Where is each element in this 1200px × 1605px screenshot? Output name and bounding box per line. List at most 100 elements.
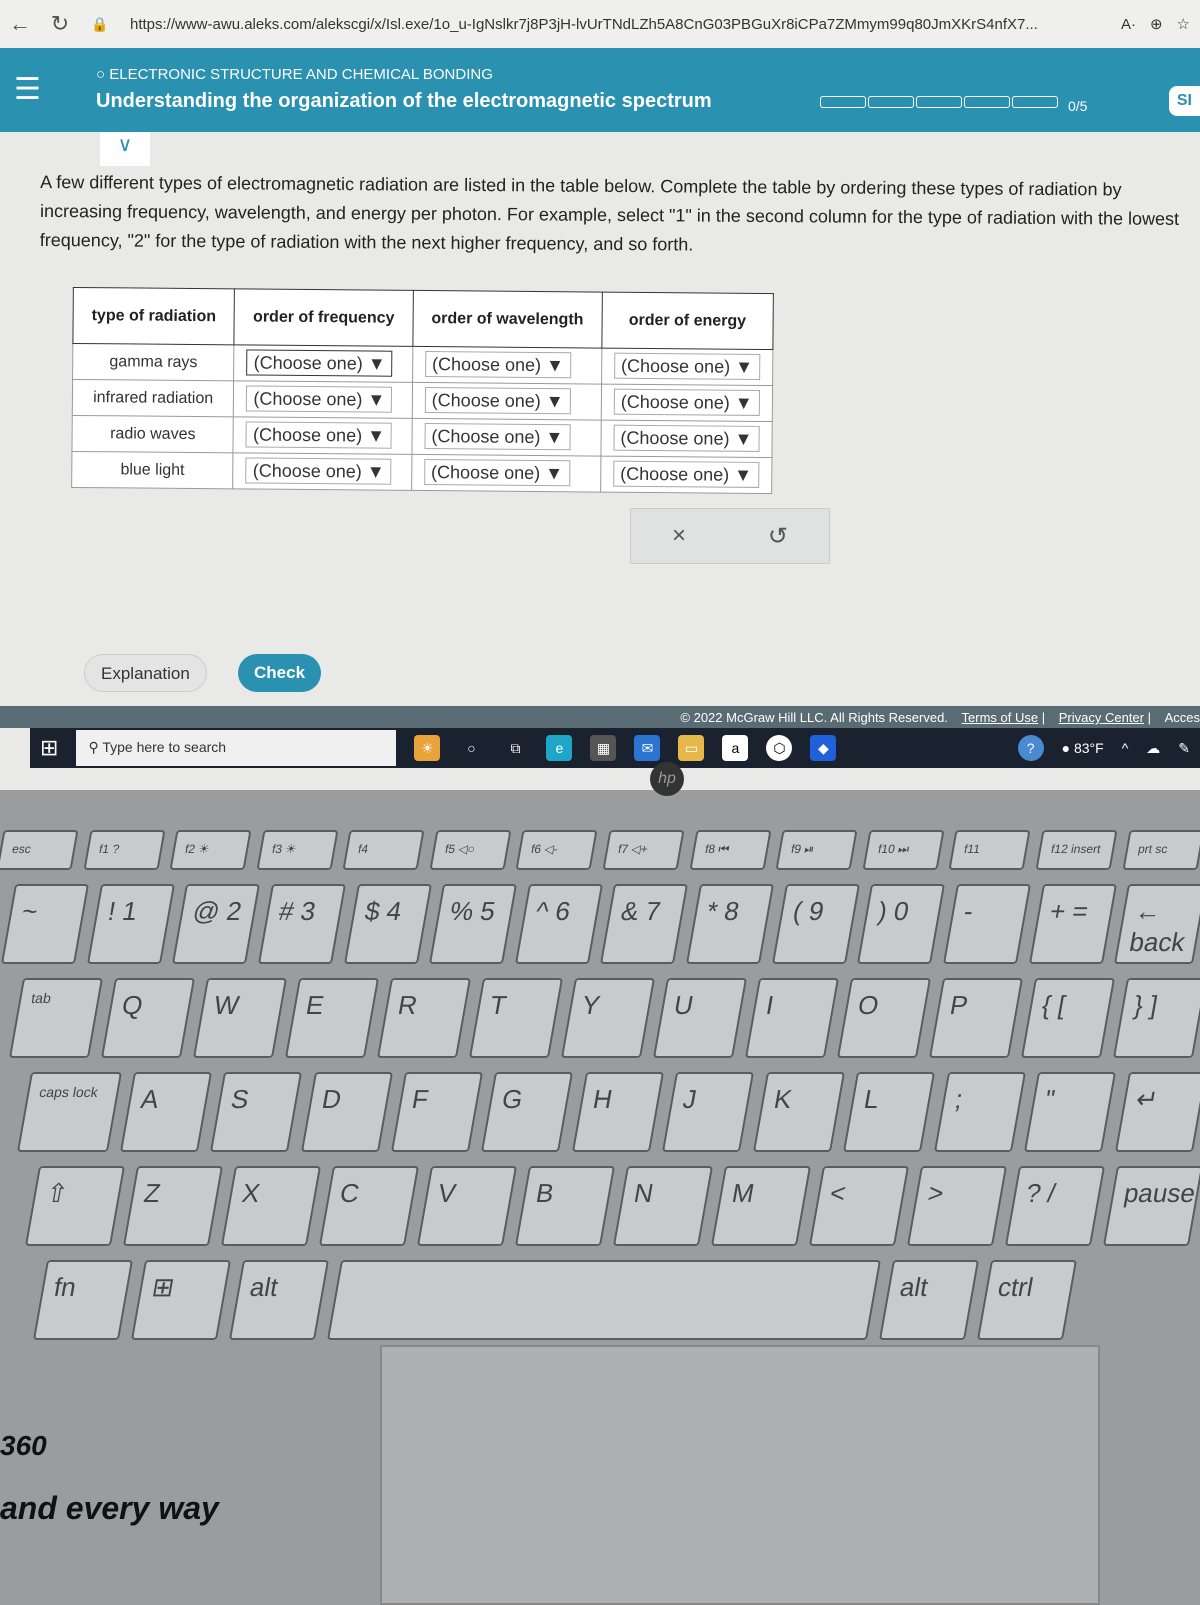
key[interactable]: f8 ⏮ — [689, 830, 771, 870]
key[interactable] — [326, 1260, 882, 1340]
key[interactable]: R — [376, 978, 472, 1058]
key[interactable]: C — [318, 1166, 420, 1246]
key[interactable]: f4 — [342, 830, 425, 870]
key[interactable]: } ] — [1112, 978, 1200, 1058]
key[interactable]: M — [710, 1166, 812, 1246]
key[interactable]: V — [416, 1166, 518, 1246]
key[interactable]: f7 ◁+ — [602, 830, 685, 870]
pen-icon[interactable]: ✎ — [1178, 740, 1190, 757]
key[interactable]: f10 ⏭ — [862, 830, 944, 870]
key[interactable]: > — [906, 1166, 1008, 1246]
key[interactable]: O — [836, 978, 932, 1058]
key[interactable]: + = — [1028, 884, 1117, 964]
key[interactable]: U — [652, 978, 748, 1058]
key[interactable]: f6 ◁- — [515, 830, 598, 870]
corner-label[interactable]: SI — [1168, 86, 1200, 116]
store-icon[interactable]: ▦ — [590, 735, 617, 761]
key[interactable]: ↵ — [1114, 1072, 1200, 1152]
key[interactable]: I — [744, 978, 840, 1058]
windows-start-icon[interactable]: ⊞ — [40, 735, 58, 761]
key[interactable]: G — [481, 1072, 574, 1152]
task-view-icon[interactable]: ⧉ — [502, 735, 528, 761]
key[interactable]: f9 ⏯ — [775, 830, 858, 870]
key[interactable]: K — [752, 1072, 846, 1152]
frequency-select[interactable]: (Choose one) ▼ — [246, 385, 393, 413]
key[interactable]: ; — [933, 1072, 1027, 1152]
zoom-icon[interactable]: ⊕ — [1150, 15, 1163, 33]
weather-temp[interactable]: ● 83°F — [1062, 740, 1104, 756]
key[interactable]: tab — [8, 978, 104, 1058]
refresh-icon[interactable]: ↻ — [40, 11, 80, 37]
onedrive-icon[interactable]: ☁ — [1146, 740, 1160, 757]
key[interactable]: f12 insert — [1035, 830, 1118, 870]
key[interactable]: E — [284, 978, 380, 1058]
frequency-select[interactable]: (Choose one) ▼ — [245, 457, 392, 485]
key[interactable]: ! 1 — [86, 884, 175, 964]
wavelength-select[interactable]: (Choose one) ▼ — [424, 387, 571, 415]
key[interactable]: caps lock — [16, 1072, 122, 1152]
key[interactable]: D — [300, 1072, 394, 1152]
accessibility-link[interactable]: Acces — [1165, 710, 1200, 725]
key[interactable]: H — [571, 1072, 665, 1152]
key[interactable]: ( 9 — [771, 884, 860, 964]
lock-icon[interactable]: 🔒 — [80, 16, 120, 33]
collapse-chevron-icon[interactable]: ∨ — [100, 132, 150, 166]
key[interactable]: S — [210, 1072, 303, 1152]
key[interactable]: ) 0 — [857, 884, 945, 964]
key[interactable]: A — [119, 1072, 213, 1152]
app-icon[interactable]: ⬡ — [766, 735, 793, 761]
key[interactable]: @ 2 — [172, 884, 260, 964]
menu-icon[interactable]: ☰ — [14, 72, 41, 107]
key[interactable]: prt sc — [1121, 830, 1200, 870]
edge-icon[interactable]: e — [546, 735, 573, 761]
favorite-icon[interactable]: ☆ — [1177, 15, 1190, 33]
key[interactable]: N — [612, 1166, 714, 1246]
key[interactable]: ^ 6 — [514, 884, 603, 964]
key[interactable]: T — [468, 978, 564, 1058]
dropbox-icon[interactable]: ◆ — [810, 735, 837, 761]
frequency-select[interactable]: (Choose one) ▼ — [245, 421, 393, 449]
key[interactable]: L — [843, 1072, 936, 1152]
wavelength-select[interactable]: (Choose one) ▼ — [424, 351, 572, 379]
key[interactable]: F — [390, 1072, 484, 1152]
wavelength-select[interactable]: (Choose one) ▼ — [423, 459, 571, 487]
frequency-select[interactable]: (Choose one) ▼ — [246, 349, 393, 377]
clear-icon[interactable]: × — [672, 522, 686, 550]
trackpad[interactable] — [380, 1345, 1100, 1605]
key[interactable]: ? / — [1004, 1166, 1106, 1246]
amazon-icon[interactable]: a — [722, 735, 749, 761]
key[interactable]: esc — [0, 830, 79, 870]
energy-select[interactable]: (Choose one) ▼ — [613, 460, 760, 488]
energy-select[interactable]: (Choose one) ▼ — [613, 424, 760, 452]
key[interactable]: pause — [1102, 1166, 1200, 1246]
file-explorer-icon[interactable]: ▭ — [678, 735, 705, 761]
privacy-link[interactable]: Privacy Center — [1059, 710, 1144, 725]
wavelength-select[interactable]: (Choose one) ▼ — [424, 423, 571, 451]
key[interactable]: $ 4 — [343, 884, 432, 964]
key[interactable]: ~ — [0, 884, 89, 964]
terms-link[interactable]: Terms of Use — [962, 710, 1039, 725]
help-icon[interactable]: ? — [1017, 735, 1044, 761]
check-button[interactable]: Check — [238, 654, 322, 692]
tray-chevron-icon[interactable]: ^ — [1122, 740, 1129, 756]
cortana-icon[interactable]: ○ — [458, 735, 484, 761]
key[interactable]: B — [514, 1166, 616, 1246]
address-bar[interactable]: https://www-awu.aleks.com/alekscgi/x/Isl… — [120, 16, 1107, 33]
energy-select[interactable]: (Choose one) ▼ — [613, 352, 761, 380]
key[interactable]: W — [192, 978, 288, 1058]
key[interactable]: - — [942, 884, 1031, 964]
key[interactable]: " — [1024, 1072, 1117, 1152]
key[interactable]: X — [220, 1166, 322, 1246]
key[interactable]: # 3 — [257, 884, 346, 964]
key[interactable]: f11 — [948, 830, 1031, 870]
key[interactable]: alt — [228, 1260, 330, 1340]
key[interactable]: f1 ? — [83, 830, 165, 870]
key[interactable]: * 8 — [685, 884, 774, 964]
key[interactable]: < — [808, 1166, 910, 1246]
key[interactable]: ctrl — [976, 1260, 1078, 1340]
weather-widget-icon[interactable]: ☀ — [414, 735, 441, 761]
key[interactable]: f3 ☀ — [256, 830, 338, 870]
key[interactable]: f2 ☀ — [169, 830, 252, 870]
energy-select[interactable]: (Choose one) ▼ — [613, 388, 760, 416]
key[interactable]: ← back — [1114, 884, 1200, 964]
